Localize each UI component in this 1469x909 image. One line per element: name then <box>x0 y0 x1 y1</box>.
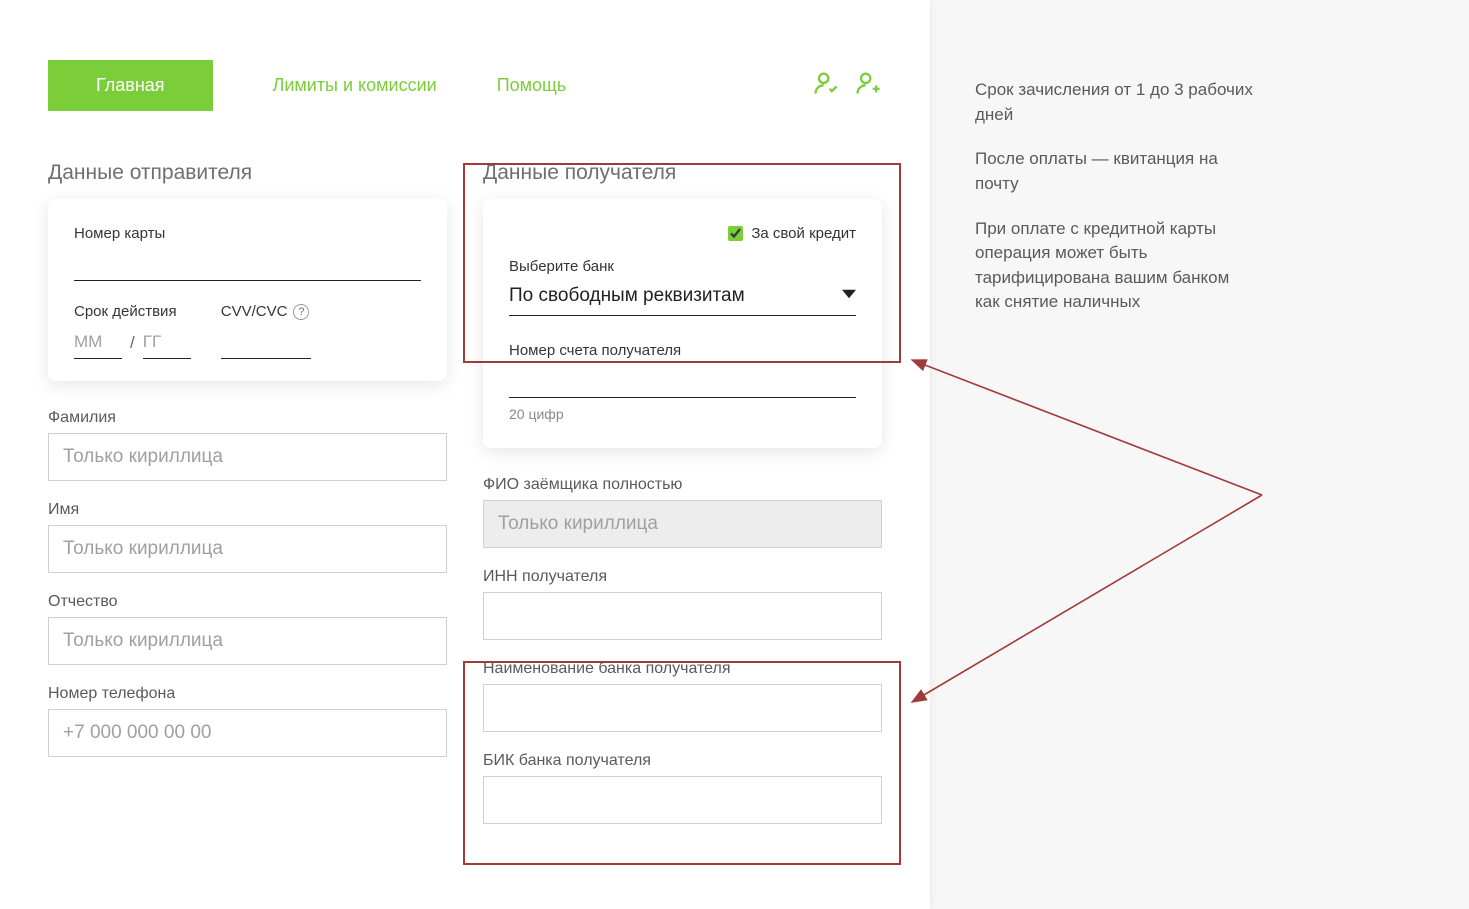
own-credit-checkbox-row[interactable]: За свой кредит <box>509 225 856 242</box>
patronymic-label: Отчество <box>48 593 447 611</box>
nav-limits-link[interactable]: Лимиты и комиссии <box>273 75 437 96</box>
nav-help-link[interactable]: Помощь <box>497 75 567 96</box>
cvc-label: CVV/CVC <box>221 303 288 320</box>
side-info: Срок зачисления от 1 до 3 рабочих дней П… <box>975 78 1255 335</box>
sender-column: Данные отправителя Номер карты Срок дейс… <box>48 161 447 844</box>
user-add-icon[interactable] <box>854 69 882 102</box>
nav-main-button[interactable]: Главная <box>48 60 213 111</box>
recipient-column: Данные получателя За свой кредит Выберит… <box>483 161 882 844</box>
bank-select[interactable]: По свободным реквизитам <box>509 281 856 316</box>
phone-input[interactable] <box>48 709 447 757</box>
bik-input[interactable] <box>483 776 882 824</box>
patronymic-input[interactable] <box>48 617 447 665</box>
expiry-label: Срок действия <box>74 303 191 320</box>
surname-input[interactable] <box>48 433 447 481</box>
bank-select-value: По свободным реквизитам <box>509 285 745 307</box>
side-p2: После оплаты — квитанция на почту <box>975 147 1255 196</box>
phone-label: Номер телефона <box>48 685 447 703</box>
expiry-separator: / <box>130 333 135 359</box>
bank-name-input[interactable] <box>483 684 882 732</box>
own-credit-checkbox[interactable] <box>728 226 743 241</box>
sender-title: Данные отправителя <box>48 161 447 185</box>
recipient-title: Данные получателя <box>483 161 882 185</box>
help-icon[interactable]: ? <box>293 304 309 320</box>
fio-input[interactable] <box>483 500 882 548</box>
inn-input[interactable] <box>483 592 882 640</box>
account-hint: 20 цифр <box>509 406 856 422</box>
name-label: Имя <box>48 501 447 519</box>
chevron-down-icon <box>842 285 856 307</box>
account-label: Номер счета получателя <box>509 342 856 359</box>
bank-select-label: Выберите банк <box>509 258 856 275</box>
name-input[interactable] <box>48 525 447 573</box>
main-panel: Главная Лимиты и комиссии Помощь Данные … <box>0 0 930 909</box>
bik-label: БИК банка получателя <box>483 752 882 770</box>
side-p3: При оплате с кредитной карты операция мо… <box>975 217 1255 316</box>
account-input[interactable] <box>509 365 856 398</box>
card-number-input[interactable] <box>74 248 421 281</box>
cvc-input[interactable] <box>221 326 311 359</box>
inn-label: ИНН получателя <box>483 568 882 586</box>
own-credit-label: За свой кредит <box>751 225 856 242</box>
card-number-label: Номер карты <box>74 225 421 242</box>
expiry-mm-input[interactable] <box>74 326 122 359</box>
fio-label: ФИО заёмщика полностью <box>483 476 882 494</box>
surname-label: Фамилия <box>48 409 447 427</box>
nav-bar: Главная Лимиты и комиссии Помощь <box>48 60 882 111</box>
expiry-yy-input[interactable] <box>143 326 191 359</box>
user-check-icon[interactable] <box>812 69 840 102</box>
bank-name-label: Наименование банка получателя <box>483 660 882 678</box>
recipient-card: За свой кредит Выберите банк По свободны… <box>483 199 882 448</box>
side-p1: Срок зачисления от 1 до 3 рабочих дней <box>975 78 1255 127</box>
sender-card: Номер карты Срок действия / C <box>48 199 447 381</box>
